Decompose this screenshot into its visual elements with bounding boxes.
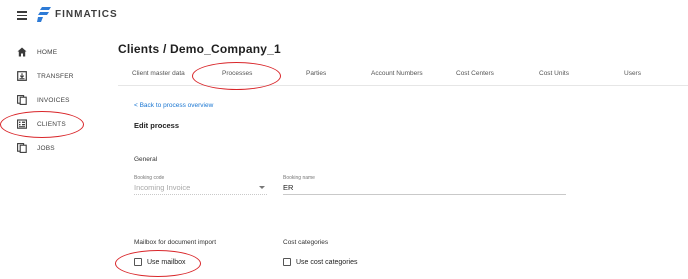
sidebar-item-label: JOBS	[37, 144, 55, 152]
tab-cost-centers[interactable]: Cost Centers	[456, 70, 494, 77]
use-cost-categories-label: Use cost categories	[296, 258, 358, 266]
sidebar-item-label: HOME	[37, 48, 58, 56]
sidebar-item-label: INVOICES	[37, 96, 70, 104]
tab-account-numbers[interactable]: Account Numbers	[371, 70, 423, 77]
page-title: Clients / Demo_Company_1	[118, 42, 281, 56]
booking-code-value: Incoming Invoice	[134, 183, 191, 192]
clients-icon	[17, 119, 27, 129]
sidebar-item-jobs[interactable]: JOBS	[0, 138, 108, 158]
tab-users[interactable]: Users	[624, 70, 641, 77]
use-mailbox-label: Use mailbox	[147, 258, 186, 266]
booking-name-value: ER	[283, 183, 294, 192]
chevron-down-icon	[259, 186, 265, 189]
tab-parties[interactable]: Parties	[306, 70, 326, 77]
section-title: Edit process	[134, 121, 180, 130]
home-icon	[17, 47, 27, 57]
transfer-icon	[17, 71, 27, 81]
sidebar-item-invoices[interactable]: INVOICES	[0, 90, 108, 110]
hamburger-menu-icon[interactable]	[17, 11, 27, 20]
use-mailbox-checkbox-row[interactable]: Use mailbox	[134, 258, 186, 266]
use-cost-categories-checkbox[interactable]	[283, 258, 291, 266]
sidebar-item-label: CLIENTS	[37, 120, 66, 128]
sidebar-item-transfer[interactable]: TRANSFER	[0, 66, 108, 86]
booking-name-input[interactable]: ER	[283, 181, 566, 195]
use-cost-categories-checkbox-row[interactable]: Use cost categories	[283, 258, 357, 266]
sidebar-item-clients[interactable]: CLIENTS	[0, 114, 108, 134]
back-to-process-overview-link[interactable]: < Back to process overview	[134, 102, 213, 109]
tab-processes[interactable]: Processes	[222, 70, 252, 77]
finmatics-logo[interactable]: FINMATICS	[37, 7, 118, 22]
invoices-icon	[17, 95, 27, 105]
sidebar-item-home[interactable]: HOME	[0, 42, 108, 62]
logo-text: FINMATICS	[55, 9, 118, 20]
booking-code-select[interactable]: Incoming Invoice	[134, 181, 267, 195]
finmatics-logo-icon	[37, 7, 51, 22]
use-mailbox-checkbox[interactable]	[134, 258, 142, 266]
tab-cost-units[interactable]: Cost Units	[539, 70, 569, 77]
tab-bar: Client master data Processes Parties Acc…	[118, 64, 688, 86]
sidebar-item-label: TRANSFER	[37, 72, 74, 80]
jobs-icon	[17, 143, 27, 153]
general-heading: General	[134, 156, 158, 163]
cost-categories-heading: Cost categories	[283, 239, 329, 246]
tab-client-master-data[interactable]: Client master data	[132, 70, 185, 77]
top-bar: FINMATICS	[0, 0, 688, 30]
mailbox-heading: Mailbox for document import	[134, 239, 217, 246]
